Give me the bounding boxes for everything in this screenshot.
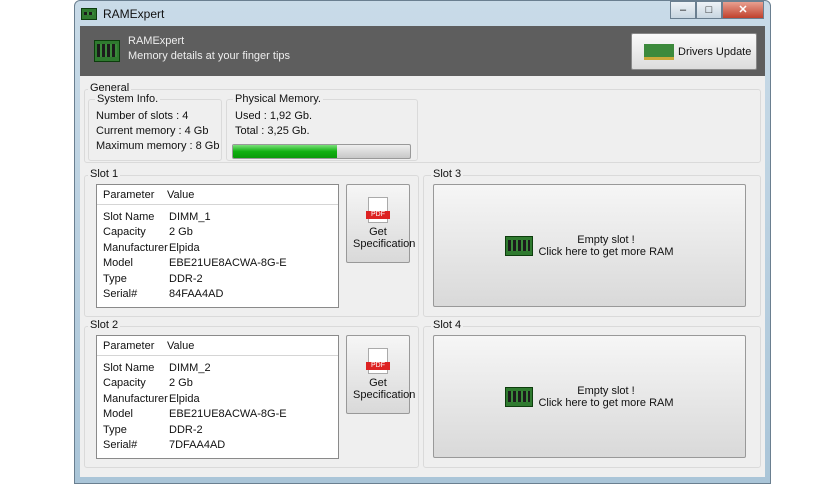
get-specification-label: Get Specification xyxy=(353,226,416,250)
parameter-cell: Model xyxy=(103,408,133,421)
maximize-button[interactable]: □ xyxy=(696,1,722,19)
window-title: RAMExpert xyxy=(103,7,165,21)
table-row[interactable]: Slot Name DIMM_2 xyxy=(97,360,338,376)
title-bar: RAMExpert xyxy=(81,5,164,23)
total-memory: Total : 3,25 Gb. xyxy=(235,125,310,137)
pdf-icon: PDF xyxy=(366,348,390,374)
parameter-cell: Slot Name xyxy=(103,361,155,374)
column-header-value[interactable]: Value xyxy=(161,340,194,352)
parameter-cell: Serial# xyxy=(103,439,138,452)
slot-2-table: Parameter Value Slot Name DIMM_2 Capacity 2 G… xyxy=(96,335,339,459)
value-cell: EBE21UE8ACWA-8G-E xyxy=(169,257,287,270)
slot-3-empty-button[interactable]: Empty slot ! Click here to get more RAM xyxy=(433,184,746,307)
drivers-update-label: Drivers Update xyxy=(678,45,752,58)
column-header-value[interactable]: Value xyxy=(161,189,194,201)
slot-4-empty-button[interactable]: Empty slot ! Click here to get more RAM xyxy=(433,335,746,458)
slot-2-get-specification-button[interactable]: PDF Get Specification xyxy=(346,335,416,414)
column-header-parameter[interactable]: Parameter xyxy=(97,340,161,352)
table-header: Parameter Value xyxy=(97,185,338,205)
value-cell: Elpida xyxy=(169,241,200,254)
app-name: RAMExpert xyxy=(128,35,185,47)
table-row[interactable]: Type DDR-2 xyxy=(97,271,338,287)
parameter-cell: Manufacturer xyxy=(103,392,168,405)
slot-4-label: Slot 4 xyxy=(431,319,464,331)
table-header: Parameter Value xyxy=(97,336,338,356)
slot-1-label: Slot 1 xyxy=(88,168,121,180)
pdf-icon: PDF xyxy=(366,197,390,223)
value-cell: 84FAA4AD xyxy=(169,288,224,301)
table-row[interactable]: Serial# 7DFAA4AD xyxy=(97,438,338,454)
system-info-label: System Info. xyxy=(95,93,161,105)
parameter-cell: Manufacturer xyxy=(103,241,168,254)
app-window: RAMExpert – □ ✕ RAMExpert Memory details… xyxy=(74,0,771,484)
parameter-cell: Capacity xyxy=(103,226,146,239)
ram-logo-icon xyxy=(94,40,120,62)
empty-slot-text: Empty slot ! xyxy=(577,233,635,246)
table-row[interactable]: Manufacturer Elpida xyxy=(97,240,338,256)
value-cell: DDR-2 xyxy=(169,423,203,436)
table-row[interactable]: Slot Name DIMM_1 xyxy=(97,209,338,225)
slot-3-label: Slot 3 xyxy=(431,168,464,180)
ram-icon xyxy=(81,8,97,20)
empty-slot-text: Empty slot ! xyxy=(577,384,635,397)
parameter-cell: Serial# xyxy=(103,288,138,301)
ram-icon xyxy=(505,235,534,256)
parameter-cell: Model xyxy=(103,257,133,270)
graphics-card-icon xyxy=(644,43,674,60)
used-memory: Used : 1,92 Gb. xyxy=(235,110,313,122)
maximum-memory: Maximum memory : 8 Gb xyxy=(96,140,220,152)
ram-icon xyxy=(505,386,534,407)
table-row[interactable]: Manufacturer Elpida xyxy=(97,391,338,407)
close-button[interactable]: ✕ xyxy=(722,1,764,19)
table-row[interactable]: Model EBE21UE8ACWA-8G-E xyxy=(97,407,338,423)
parameter-cell: Type xyxy=(103,272,127,285)
value-cell: DIMM_2 xyxy=(169,361,211,374)
app-header: RAMExpert Memory details at your finger … xyxy=(80,26,765,76)
slot-1-get-specification-button[interactable]: PDF Get Specification xyxy=(346,184,416,263)
memory-usage-bar xyxy=(232,144,411,159)
table-row[interactable]: Model EBE21UE8ACWA-8G-E xyxy=(97,256,338,272)
minimize-button[interactable]: – xyxy=(670,1,696,19)
value-cell: 2 Gb xyxy=(169,377,193,390)
drivers-update-button[interactable]: Drivers Update xyxy=(631,33,757,70)
value-cell: EBE21UE8ACWA-8G-E xyxy=(169,408,287,421)
current-memory: Current memory : 4 Gb xyxy=(96,125,209,137)
value-cell: DIMM_1 xyxy=(169,210,211,223)
table-row[interactable]: Capacity 2 Gb xyxy=(97,225,338,241)
physical-memory-label: Physical Memory. xyxy=(233,93,323,105)
slot-2-label: Slot 2 xyxy=(88,319,121,331)
parameter-cell: Capacity xyxy=(103,377,146,390)
slots-count: Number of slots : 4 xyxy=(96,110,189,122)
value-cell: Elpida xyxy=(169,392,200,405)
get-more-ram-text: Click here to get more RAM xyxy=(538,245,674,258)
table-row[interactable]: Capacity 2 Gb xyxy=(97,376,338,392)
parameter-cell: Slot Name xyxy=(103,210,155,223)
tagline: Memory details at your finger tips xyxy=(128,50,291,62)
parameter-cell: Type xyxy=(103,423,127,436)
memory-usage-fill xyxy=(233,145,338,158)
value-cell: DDR-2 xyxy=(169,272,203,285)
table-row[interactable]: Serial# 84FAA4AD xyxy=(97,287,338,303)
slot-1-table: Parameter Value Slot Name DIMM_1 Capacity 2 G… xyxy=(96,184,339,308)
value-cell: 7DFAA4AD xyxy=(169,439,226,452)
table-row[interactable]: Type DDR-2 xyxy=(97,422,338,438)
get-specification-label: Get Specification xyxy=(353,377,416,401)
column-header-parameter[interactable]: Parameter xyxy=(97,189,161,201)
value-cell: 2 Gb xyxy=(169,226,193,239)
get-more-ram-text: Click here to get more RAM xyxy=(538,396,674,409)
